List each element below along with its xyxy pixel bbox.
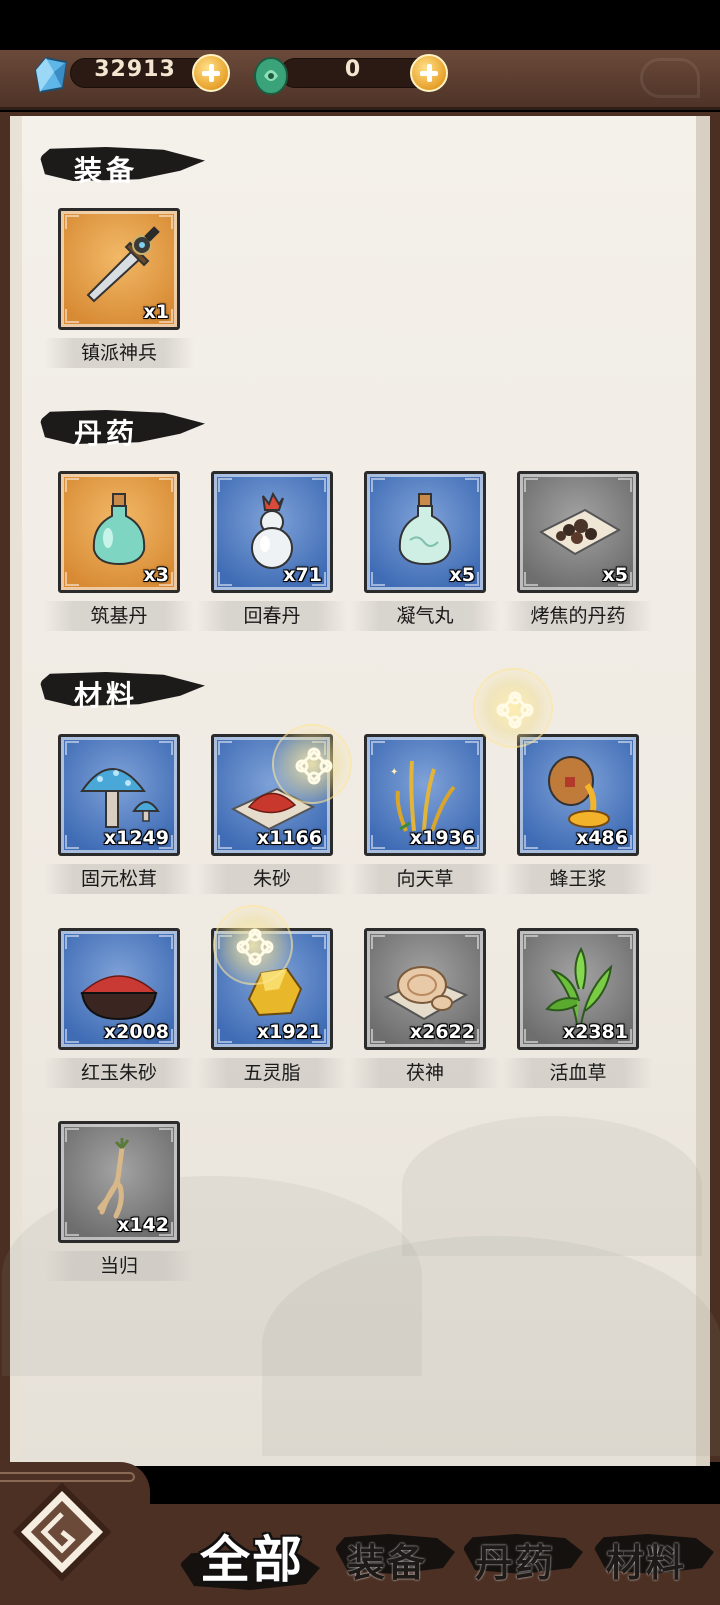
- item-name: 凝气丸: [350, 601, 500, 631]
- item-name: 茯神: [350, 1058, 500, 1088]
- spirit-stone-icon: [34, 56, 68, 94]
- item-name: 筑基丹: [44, 601, 194, 631]
- item-slot[interactable]: x1 镇派神兵: [44, 208, 194, 368]
- item-name: 朱砂: [197, 864, 347, 894]
- pill-bottle-icon: [92, 493, 146, 566]
- item-count: x5: [602, 564, 628, 586]
- item-name: 活血草: [503, 1058, 653, 1088]
- item-name: 回春丹: [197, 601, 347, 631]
- tab-materials[interactable]: 材料: [594, 1520, 714, 1585]
- lucky-knot-icon: [295, 747, 333, 785]
- item-name: 固元松茸: [44, 864, 194, 894]
- item-name: 镇派神兵: [44, 338, 194, 368]
- angelica-root-icon: [97, 1138, 130, 1219]
- grass-icon: ✦: [390, 760, 456, 832]
- herb-icon: [545, 946, 613, 1026]
- item-count: x2008: [103, 1021, 169, 1043]
- item-count: x2381: [562, 1021, 628, 1043]
- add-jade-button[interactable]: [410, 54, 448, 92]
- item-frame: x142: [58, 1121, 180, 1243]
- gourd-icon: [251, 491, 293, 569]
- spirit-stone-amount: 32913: [94, 57, 176, 82]
- item-slot[interactable]: x2008 红玉朱砂: [44, 928, 194, 1088]
- status-bar: [0, 0, 720, 50]
- item-frame: x3: [58, 471, 180, 593]
- mountain-bg: [262, 1236, 720, 1456]
- item-count: x486: [576, 827, 628, 849]
- red-powder-bowl-icon: [80, 975, 158, 1021]
- cloud-ornament: [640, 58, 700, 98]
- item-count: x1: [143, 301, 169, 323]
- section-header-equipment: 装备: [40, 143, 205, 187]
- svg-text:✦: ✦: [390, 767, 398, 778]
- item-name: 烤焦的丹药: [503, 601, 653, 631]
- item-slot[interactable]: x3 筑基丹: [44, 471, 194, 631]
- item-slot[interactable]: ✦ x1936 向天草: [350, 734, 500, 894]
- section-title-text: 丹药: [74, 417, 139, 450]
- mushroom-icon: [80, 768, 160, 828]
- royal-jelly-icon: [548, 756, 610, 828]
- item-frame: x1: [58, 208, 180, 330]
- item-slot[interactable]: x5 凝气丸: [350, 471, 500, 631]
- tab-pills[interactable]: 丹药: [463, 1520, 583, 1585]
- item-slot[interactable]: x71 回春丹: [197, 471, 347, 631]
- item-slot[interactable]: x2622 茯神: [350, 928, 500, 1088]
- item-count: x1166: [256, 827, 322, 849]
- item-frame: x486: [517, 734, 639, 856]
- glowing-orb[interactable]: [473, 668, 553, 748]
- item-frame: x2381: [517, 928, 639, 1050]
- burnt-pills-icon: [538, 508, 622, 556]
- item-frame: x1249: [58, 734, 180, 856]
- item-count: x5: [449, 564, 475, 586]
- tab-equipment[interactable]: 装备: [335, 1520, 455, 1585]
- item-frame: x5: [364, 471, 486, 593]
- item-count: x1249: [103, 827, 169, 849]
- home-emblem-icon[interactable]: [12, 1482, 112, 1582]
- jade-icon: [254, 57, 288, 95]
- section-title-text: 装备: [74, 154, 139, 187]
- currency-bar: 32913 0: [0, 50, 720, 110]
- item-slot[interactable]: x2381 活血草: [503, 928, 653, 1088]
- item-count: x2622: [409, 1021, 475, 1043]
- item-frame: x2622: [364, 928, 486, 1050]
- item-count: x1921: [256, 1021, 322, 1043]
- glowing-orb[interactable]: [272, 724, 352, 804]
- bottom-tab-bar: 全部 装备 丹药 材料: [0, 1462, 720, 1605]
- item-slot[interactable]: x486 蜂王浆: [503, 734, 653, 894]
- section-header-materials: 材料: [40, 668, 205, 712]
- tab-label: 丹药: [475, 1540, 556, 1585]
- item-frame: x71: [211, 471, 333, 593]
- item-count: x142: [117, 1214, 169, 1236]
- item-count: x1936: [409, 827, 475, 849]
- tab-label: 材料: [606, 1540, 687, 1585]
- lucky-knot-icon: [236, 928, 274, 966]
- item-name: 向天草: [350, 864, 500, 894]
- lucky-knot-icon: [496, 691, 534, 729]
- item-count: x71: [283, 564, 322, 586]
- scroll-ornament-line: [0, 1472, 135, 1482]
- add-spirit-stone-button[interactable]: [192, 54, 230, 92]
- jade-amount: 0: [344, 57, 362, 82]
- item-slot[interactable]: x1249 固元松茸: [44, 734, 194, 894]
- item-name: 当归: [44, 1251, 194, 1281]
- tab-label: 装备: [347, 1540, 428, 1585]
- item-slot[interactable]: x5 烤焦的丹药: [503, 471, 653, 631]
- glowing-orb[interactable]: [213, 905, 293, 985]
- item-name: 蜂王浆: [503, 864, 653, 894]
- item-count: x3: [143, 564, 169, 586]
- poria-fungus-icon: [383, 966, 469, 1021]
- section-title-text: 材料: [74, 679, 139, 712]
- sword-icon: [86, 226, 160, 303]
- item-slot[interactable]: x142 当归: [44, 1121, 194, 1281]
- mountain-bg: [402, 1116, 702, 1256]
- item-name: 红玉朱砂: [44, 1058, 194, 1088]
- section-header-pills: 丹药: [40, 406, 205, 450]
- tab-label: 全部: [200, 1530, 304, 1589]
- item-frame: ✦ x1936: [364, 734, 486, 856]
- item-name: 五灵脂: [197, 1058, 347, 1088]
- tab-all[interactable]: 全部: [180, 1520, 320, 1590]
- item-frame: x2008: [58, 928, 180, 1050]
- pill-bottle-icon: [398, 493, 452, 566]
- item-frame: x5: [517, 471, 639, 593]
